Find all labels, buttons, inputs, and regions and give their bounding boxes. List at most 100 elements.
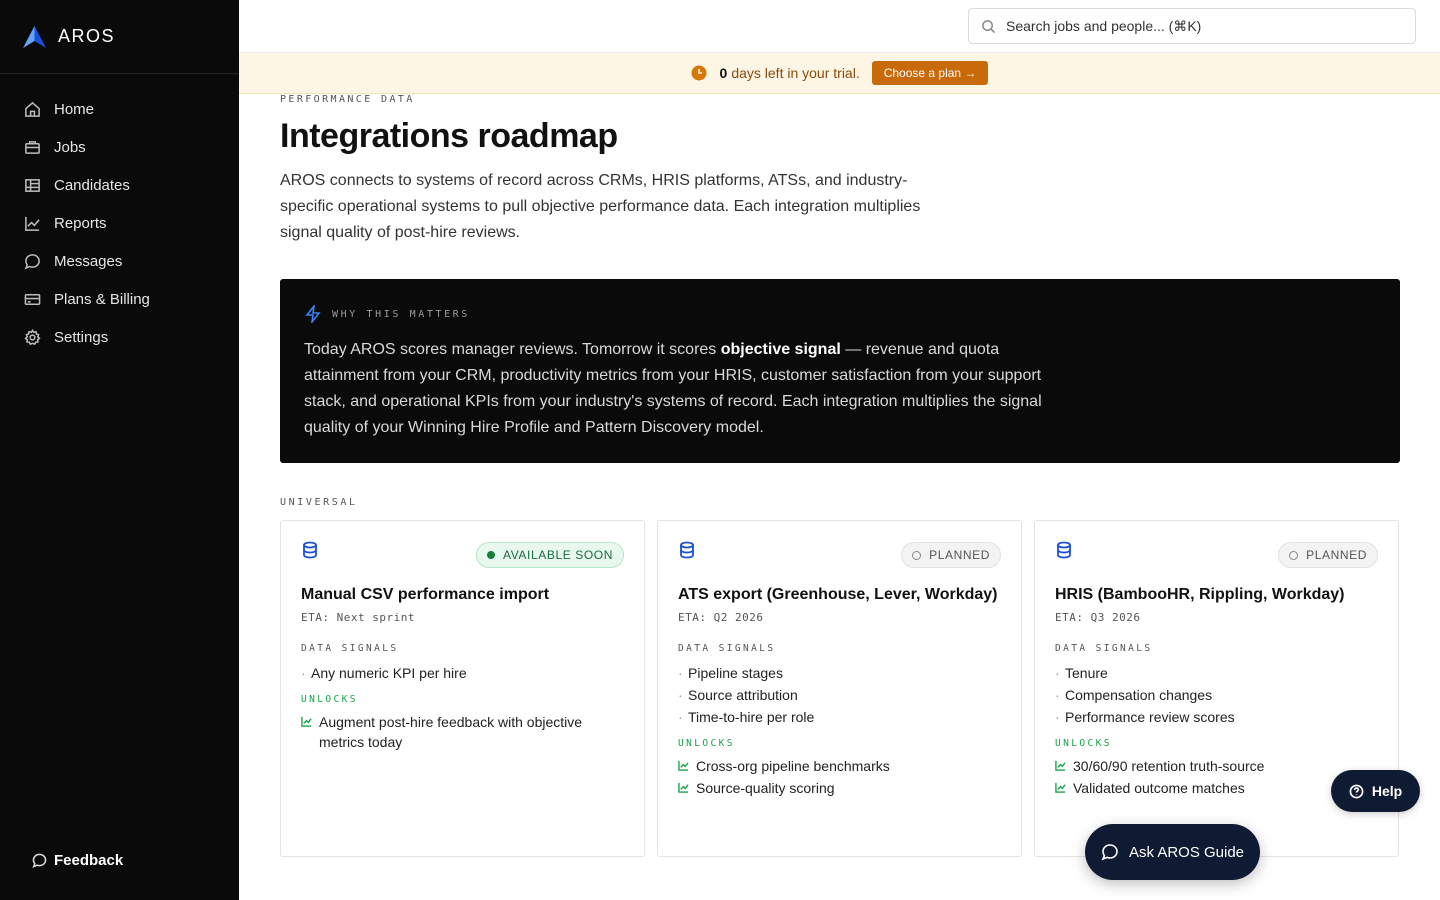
sidebar-item-settings[interactable]: Settings — [0, 318, 239, 356]
signals-list: · Any numeric KPI per hire — [301, 662, 624, 684]
unlocks-label: UNLOCKS — [678, 738, 735, 749]
list-item: · Time-to-hire per role — [678, 706, 1001, 728]
why-this-matters-callout: WHY THIS MATTERS Today AROS scores manag… — [280, 279, 1400, 463]
signal-text: Tenure — [1065, 665, 1108, 681]
data-signals-label: DATA SIGNALS — [301, 643, 399, 654]
main-content: PERFORMANCE DATA Integrations roadmap AR… — [280, 94, 1400, 857]
topbar: Search jobs and people... (⌘K) — [239, 0, 1440, 53]
list-item: · Tenure — [1055, 662, 1378, 684]
unlock-text: Validated outcome matches — [1073, 780, 1245, 796]
unlocks-list: Cross-org pipeline benchmarks Source-qua… — [678, 756, 1001, 798]
integration-cards: AVAILABLE SOON Manual CSV performance im… — [280, 520, 1400, 857]
page-lead: AROS connects to systems of record acros… — [280, 172, 921, 241]
list-item: Cross-org pipeline benchmarks — [678, 756, 1001, 776]
sidebar-item-label: Home — [54, 100, 95, 118]
signal-text: Any numeric KPI per hire — [311, 665, 467, 681]
page-title: Integrations roadmap — [280, 117, 618, 155]
status-badge: AVAILABLE SOON — [476, 542, 624, 568]
clock-icon — [1289, 550, 1299, 560]
home-icon — [24, 101, 41, 118]
trend-up-icon — [678, 760, 689, 771]
callout-label: WHY THIS MATTERS — [332, 308, 470, 320]
unlocks-label: UNLOCKS — [1055, 738, 1112, 749]
unlocks-label: UNLOCKS — [301, 694, 358, 705]
unlock-text: Cross-org pipeline benchmarks — [696, 758, 890, 774]
sidebar-item-plans-billing[interactable]: Plans & Billing — [0, 280, 239, 318]
unlock-text: 30/60/90 retention truth-source — [1073, 758, 1265, 774]
card-icon — [24, 291, 41, 308]
check-icon — [487, 551, 495, 559]
list-item: · Pipeline stages — [678, 662, 1001, 684]
callout-emphasis: objective signal — [720, 341, 841, 358]
sidebar-item-label: Reports — [54, 214, 107, 232]
help-label: Help — [1371, 783, 1403, 799]
list-item: Validated outcome matches — [1055, 778, 1378, 798]
help-icon — [1349, 784, 1364, 798]
sidebar-item-label: Jobs — [54, 138, 86, 156]
signals-list: · Tenure · Compensation changes · Performan… — [1055, 662, 1378, 728]
card-eta: ETA: Q3 2026 — [1055, 611, 1141, 624]
unlock-text: Augment post-hire feedback with objectiv… — [319, 714, 583, 750]
gear-icon — [24, 328, 41, 346]
search-input[interactable]: Search jobs and people... (⌘K) — [968, 8, 1416, 44]
status-label: PLANNED — [1306, 548, 1367, 562]
list-item: · Any numeric KPI per hire — [301, 662, 624, 684]
card-eta: ETA: Next sprint — [301, 611, 415, 624]
card-title: HRIS (BambooHR, Rippling, Workday) — [1055, 586, 1345, 603]
list-item: 30/60/90 retention truth-source — [1055, 756, 1378, 776]
sidebar-item-candidates[interactable]: Candidates — [0, 166, 239, 204]
ask-aros-guide-button[interactable]: Ask AROS Guide — [1085, 824, 1260, 880]
trial-banner: 0 days left in your trial. Choose a plan… — [239, 53, 1440, 94]
sidebar-item-label: Candidates — [54, 176, 130, 194]
feedback-label: Feedback — [54, 852, 124, 869]
callout-text: Today AROS scores manager reviews. Tomor… — [304, 337, 1064, 441]
signal-text: Compensation changes — [1065, 687, 1213, 703]
signal-text: Source attribution — [688, 687, 798, 703]
sidebar-item-label: Settings — [54, 328, 109, 346]
lightning-icon — [305, 305, 321, 323]
signal-text: Pipeline stages — [688, 665, 783, 681]
sidebar-item-messages[interactable]: Messages — [0, 242, 239, 280]
trend-up-icon — [678, 782, 689, 793]
data-signals-label: DATA SIGNALS — [1055, 643, 1153, 654]
clock-icon — [691, 65, 707, 81]
feedback-icon — [32, 853, 47, 868]
callout-text-before: Today AROS scores manager reviews. Tomor… — [304, 341, 721, 358]
search-placeholder: Search jobs and people... (⌘K) — [1006, 17, 1202, 34]
chart-icon — [24, 215, 41, 232]
signal-text: Time-to-hire per role — [688, 709, 815, 725]
chat-icon — [1101, 844, 1118, 861]
signals-list: · Pipeline stages · Source attribution · Ti… — [678, 662, 1001, 728]
database-icon — [301, 541, 319, 564]
sidebar-item-jobs[interactable]: Jobs — [0, 128, 239, 166]
trend-up-icon — [301, 716, 312, 727]
brand[interactable]: AROS — [0, 0, 239, 74]
help-button[interactable]: Help — [1331, 770, 1420, 812]
feedback-button[interactable]: Feedback — [32, 852, 123, 869]
sidebar-item-label: Messages — [54, 252, 123, 270]
aros-logo-icon — [23, 25, 46, 48]
card-title: Manual CSV performance import — [301, 586, 550, 603]
list-item: · Source attribution — [678, 684, 1001, 706]
card-eta: ETA: Q2 2026 — [678, 611, 764, 624]
integration-card-csv[interactable]: AVAILABLE SOON Manual CSV performance im… — [280, 520, 645, 857]
section-label: UNIVERSAL — [280, 497, 358, 508]
database-icon — [1055, 541, 1073, 564]
sidebar-item-home[interactable]: Home — [0, 90, 239, 128]
sidebar-item-reports[interactable]: Reports — [0, 204, 239, 242]
list-item: · Compensation changes — [1055, 684, 1378, 706]
briefcase-icon — [24, 139, 41, 156]
sidebar: AROS Home Jobs Candidates Reports Messag… — [0, 0, 239, 900]
app-name: AROS — [58, 26, 116, 46]
trend-up-icon — [1055, 760, 1066, 771]
unlocks-list: 30/60/90 retention truth-source Validate… — [1055, 756, 1378, 798]
status-label: AVAILABLE SOON — [503, 548, 613, 562]
trial-days: 0 — [719, 65, 728, 81]
choose-plan-button[interactable]: Choose a plan → — [871, 61, 989, 85]
search-icon — [982, 19, 996, 33]
card-title: ATS export (Greenhouse, Lever, Workday) — [678, 586, 998, 603]
clock-icon — [912, 550, 922, 560]
list-item: Source-quality scoring — [678, 778, 1001, 798]
integration-card-ats[interactable]: PLANNED ATS export (Greenhouse, Lever, W… — [657, 520, 1022, 857]
guide-label: Ask AROS Guide — [1128, 843, 1245, 861]
